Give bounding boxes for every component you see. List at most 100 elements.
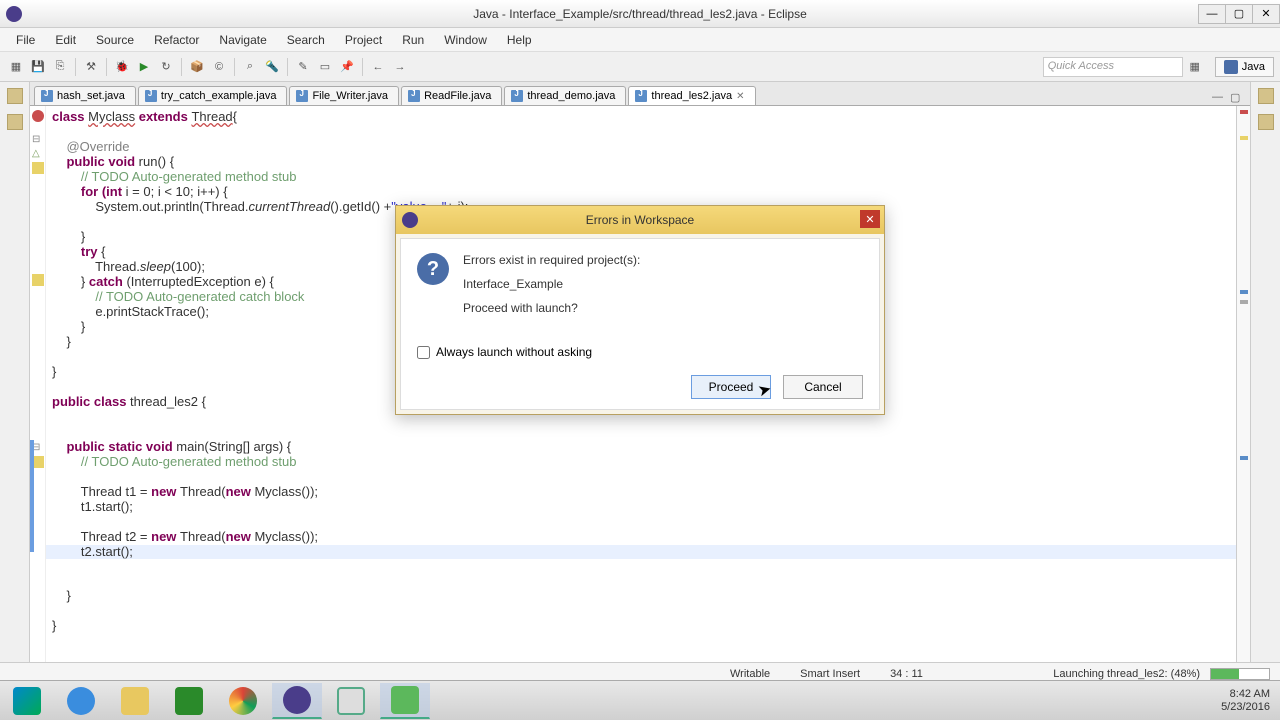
hierarchy-icon[interactable] <box>7 114 23 130</box>
annotation-ruler: ⊟ △ ⊟ <box>30 106 46 662</box>
dialog-text: Errors exist in required project(s): Int… <box>463 253 640 325</box>
new-class-icon[interactable]: © <box>209 57 229 77</box>
tasks-icon[interactable] <box>1258 114 1274 130</box>
info-overview-icon[interactable] <box>1240 456 1248 460</box>
open-type-icon[interactable]: ⌕ <box>240 57 260 77</box>
forward-icon[interactable]: → <box>390 57 410 77</box>
warning-marker-icon[interactable] <box>32 274 44 286</box>
run-last-icon[interactable]: ↻ <box>156 57 176 77</box>
maximize-button[interactable]: ▢ <box>1225 4 1253 24</box>
search-icon[interactable]: 🔦 <box>262 57 282 77</box>
outline-icon[interactable] <box>1258 88 1274 104</box>
java-file-icon <box>408 90 420 102</box>
eclipse-icon <box>402 212 418 228</box>
status-launching: Launching thread_les2: (48%) <box>1053 668 1200 680</box>
codeblocks-icon <box>337 687 365 715</box>
camtasia-icon <box>391 686 419 714</box>
package-explorer-icon[interactable] <box>7 88 23 104</box>
menu-source[interactable]: Source <box>86 31 144 49</box>
menu-project[interactable]: Project <box>335 31 392 49</box>
tab-label: File_Writer.java <box>312 90 388 102</box>
dialog-body: ? Errors exist in required project(s): I… <box>400 238 880 410</box>
quick-access-input[interactable]: Quick Access <box>1043 57 1183 77</box>
close-button[interactable]: ✕ <box>1252 4 1280 24</box>
start-button[interactable] <box>2 683 52 719</box>
dialog-close-icon[interactable]: ✕ <box>860 210 880 228</box>
run-icon[interactable]: ▶ <box>134 57 154 77</box>
task-overview-icon[interactable] <box>1240 300 1248 304</box>
store-icon <box>175 687 203 715</box>
dialog-line2: Interface_Example <box>463 277 640 291</box>
checkbox-input[interactable] <box>417 346 430 359</box>
toolbar: ▦ 💾 ⎘ ⚒ 🐞 ▶ ↻ 📦 © ⌕ 🔦 ✎ ▭ 📌 ← → Quick Ac… <box>0 52 1280 82</box>
build-icon[interactable]: ⚒ <box>81 57 101 77</box>
explorer-button[interactable] <box>110 683 160 719</box>
tab-file-writer[interactable]: File_Writer.java <box>289 86 399 105</box>
error-overview-icon[interactable] <box>1240 110 1248 114</box>
dialog-line3: Proceed with launch? <box>463 301 640 315</box>
open-perspective-icon[interactable]: ▦ <box>1185 57 1205 77</box>
change-bar <box>30 440 34 552</box>
close-tab-icon[interactable]: ✕ <box>736 91 744 102</box>
minimize-view-icon[interactable]: — <box>1212 91 1226 105</box>
mark-icon[interactable]: ✎ <box>293 57 313 77</box>
clock-time: 8:42 AM <box>1221 688 1270 701</box>
menu-file[interactable]: File <box>6 31 45 49</box>
codeblocks-button[interactable] <box>326 683 376 719</box>
maximize-view-icon[interactable]: ▢ <box>1230 91 1244 105</box>
tab-thread-les2[interactable]: thread_les2.java ✕ <box>628 86 755 105</box>
eclipse-button[interactable] <box>272 683 322 719</box>
save-icon[interactable]: 💾 <box>28 57 48 77</box>
error-marker-icon[interactable] <box>32 110 44 122</box>
window-titlebar: Java - Interface_Example/src/thread/thre… <box>0 0 1280 28</box>
pin-icon[interactable]: 📌 <box>337 57 357 77</box>
dialog-titlebar[interactable]: Errors in Workspace ✕ <box>396 206 884 234</box>
java-perspective-button[interactable]: Java <box>1215 57 1274 77</box>
cancel-button[interactable]: Cancel <box>783 375 863 399</box>
menu-refactor[interactable]: Refactor <box>144 31 209 49</box>
tab-label: thread_demo.java <box>527 90 615 102</box>
always-launch-checkbox[interactable]: Always launch without asking <box>417 345 863 359</box>
store-button[interactable] <box>164 683 214 719</box>
tab-hash-set[interactable]: hash_set.java <box>34 86 136 105</box>
tab-read-file[interactable]: ReadFile.java <box>401 86 502 105</box>
menu-navigate[interactable]: Navigate <box>209 31 276 49</box>
tab-label: thread_les2.java <box>651 90 732 102</box>
save-all-icon[interactable]: ⎘ <box>50 57 70 77</box>
java-file-icon <box>145 90 157 102</box>
warning-overview-icon[interactable] <box>1240 136 1248 140</box>
camtasia-button[interactable] <box>380 683 430 719</box>
chrome-button[interactable] <box>218 683 268 719</box>
info-overview-icon[interactable] <box>1240 290 1248 294</box>
fold-icon[interactable]: ⊟ <box>32 134 44 146</box>
menu-edit[interactable]: Edit <box>45 31 86 49</box>
overview-ruler[interactable] <box>1236 106 1250 662</box>
java-file-icon <box>635 90 647 102</box>
system-clock[interactable]: 8:42 AM 5/23/2016 <box>1221 688 1280 714</box>
debug-icon[interactable]: 🐞 <box>112 57 132 77</box>
tab-label: ReadFile.java <box>424 90 491 102</box>
progress-bar[interactable] <box>1210 668 1270 680</box>
back-icon[interactable]: ← <box>368 57 388 77</box>
menu-window[interactable]: Window <box>434 31 497 49</box>
chrome-icon <box>229 687 257 715</box>
menu-run[interactable]: Run <box>392 31 434 49</box>
new-package-icon[interactable]: 📦 <box>187 57 207 77</box>
warning-marker-icon[interactable] <box>32 162 44 174</box>
ie-button[interactable] <box>56 683 106 719</box>
proceed-button[interactable]: Proceed <box>691 375 771 399</box>
minimize-button[interactable]: — <box>1198 4 1226 24</box>
override-marker-icon[interactable]: △ <box>32 148 44 160</box>
new-icon[interactable]: ▦ <box>6 57 26 77</box>
menu-search[interactable]: Search <box>277 31 335 49</box>
tab-try-catch[interactable]: try_catch_example.java <box>138 86 288 105</box>
tab-thread-demo[interactable]: thread_demo.java <box>504 86 626 105</box>
left-trim <box>0 82 30 662</box>
tab-label: try_catch_example.java <box>161 90 277 102</box>
status-position: 34 : 11 <box>890 668 923 680</box>
toggle-icon[interactable]: ▭ <box>315 57 335 77</box>
eclipse-taskbar-icon <box>283 686 311 714</box>
taskbar: 8:42 AM 5/23/2016 <box>0 680 1280 720</box>
menu-help[interactable]: Help <box>497 31 542 49</box>
tab-label: hash_set.java <box>57 90 125 102</box>
